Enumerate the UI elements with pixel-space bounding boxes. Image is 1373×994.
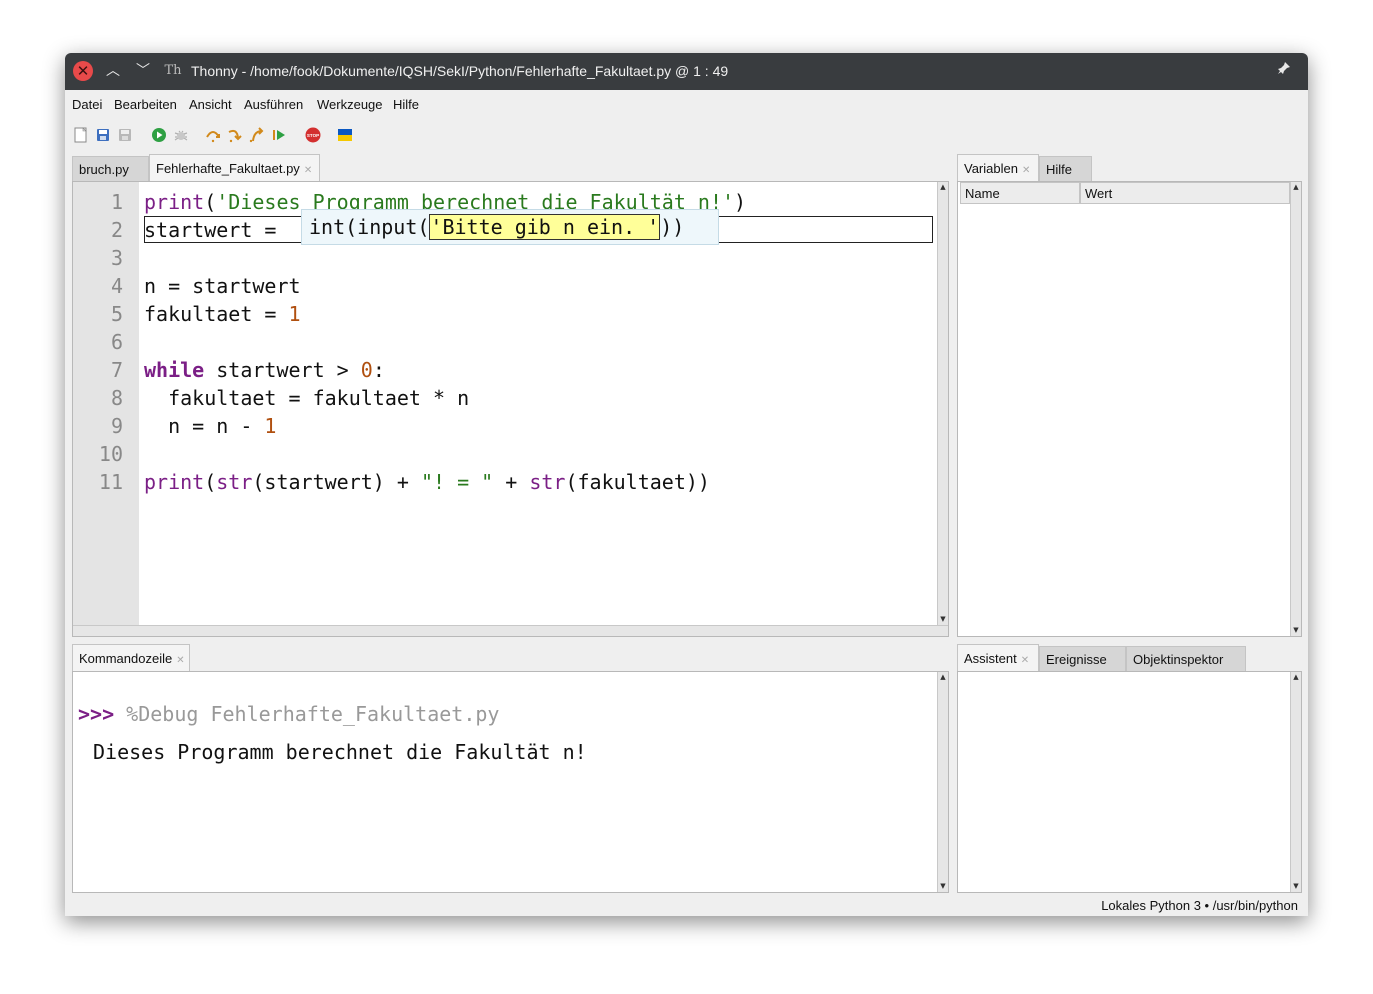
tab-label: bruch.py	[79, 162, 129, 177]
line-number: 6	[110, 330, 123, 354]
variables-scrollbar[interactable]: ▲ ▼	[1290, 182, 1301, 636]
tab-close-icon[interactable]: ✕	[1021, 655, 1029, 666]
tab-close-icon[interactable]: ✕	[176, 655, 184, 666]
tab-close-icon[interactable]: ✕	[1022, 165, 1030, 176]
variables-panel: Name Wert ▲ ▼	[957, 181, 1302, 637]
code-line-2: startwert =	[144, 218, 289, 242]
code-editor[interactable]: 1 2 3 4 5 6 7 8 9 10 11 print('Dieses Pr…	[72, 181, 949, 637]
menu-hilfe[interactable]: Hilfe	[393, 90, 419, 119]
interpreter-status[interactable]: Lokales Python 3 • /usr/bin/python	[1101, 896, 1298, 916]
variables-tabs: Variablen ✕ Hilfe	[957, 154, 1302, 181]
debugger-expression-tooltip: int(input('Bitte gib n ein. '))	[301, 209, 719, 245]
step-into-icon[interactable]	[227, 127, 243, 143]
tab-ereignisse[interactable]: Ereignisse	[1039, 646, 1126, 671]
run-icon[interactable]	[151, 127, 167, 143]
svg-text:STOP: STOP	[307, 133, 319, 138]
tab-bruch-py[interactable]: bruch.py	[72, 156, 149, 181]
tab-label: Assistent	[964, 651, 1017, 666]
code-line-11: print(str(startwert) + "! = " + str(faku…	[144, 470, 710, 494]
line-number: 4	[110, 274, 123, 298]
title-bar: ✕ ︿ ﹀ Th Thonny - /home/fook/Dokumente/I…	[65, 53, 1308, 90]
line-number: 9	[110, 414, 123, 438]
pin-icon[interactable]	[1274, 61, 1294, 81]
tab-label: Objektinspektor	[1133, 652, 1224, 667]
code-line-8: fakultaet = fakultaet * n	[144, 386, 470, 410]
tab-hilfe[interactable]: Hilfe	[1039, 156, 1092, 181]
tab-close-icon[interactable]: ✕	[304, 165, 312, 176]
code-line-5: fakultaet = 1	[144, 302, 301, 326]
menu-bar: Datei Bearbeiten Ansicht Ausführen Werkz…	[65, 90, 1308, 119]
calltip-prefix: int(input(	[309, 215, 430, 239]
toolbar: STOP	[65, 119, 1308, 153]
menu-ausfuehren[interactable]: Ausführen	[244, 90, 303, 119]
assistant-tabs: Assistent ✕ Ereignisse Objektinspektor	[957, 644, 1302, 671]
menu-werkzeuge[interactable]: Werkzeuge	[317, 90, 383, 119]
line-number: 1	[110, 190, 123, 214]
step-out-icon[interactable]	[249, 127, 265, 143]
shell-scrollbar[interactable]: ▲ ▼	[937, 672, 948, 892]
tab-label: Fehlerhafte_Fakultaet.py	[156, 161, 300, 176]
close-window-icon[interactable]: ✕	[73, 61, 93, 81]
column-label: Wert	[1085, 186, 1113, 201]
debug-icon[interactable]	[173, 127, 189, 143]
tab-label: Kommandozeile	[79, 651, 173, 666]
code-line-4: n = startwert	[144, 274, 301, 298]
line-number: 8	[110, 386, 123, 410]
menu-datei[interactable]: Datei	[72, 90, 102, 119]
new-file-icon[interactable]	[73, 127, 89, 143]
calltip-suffix: ))	[660, 215, 685, 239]
editor-tabs: bruch.py Fehlerhafte_Fakultaet.py ✕	[72, 154, 942, 181]
shell-command-line: >>> %Debug Fehlerhafte_Fakultaet.py	[78, 702, 499, 726]
stop-icon[interactable]: STOP	[305, 127, 321, 143]
editor-vertical-scrollbar[interactable]: ▲ ▼	[937, 182, 948, 625]
line-number: 11	[98, 470, 123, 494]
tab-assistent[interactable]: Assistent ✕	[957, 644, 1039, 671]
app-icon: Th	[164, 63, 182, 78]
save-file-icon[interactable]	[117, 127, 133, 143]
minimize-chevron-up-icon[interactable]: ︿	[103, 61, 123, 81]
shell-panel[interactable]: >>> %Debug Fehlerhafte_Fakultaet.py Dies…	[72, 671, 949, 893]
assistant-panel: ▲ ▼	[957, 671, 1302, 893]
line-number-gutter: 1 2 3 4 5 6 7 8 9 10 11	[73, 182, 139, 626]
tab-label: Variablen	[964, 161, 1018, 176]
shell-tabs: Kommandozeile ✕	[72, 644, 949, 671]
tab-fehlerhafte-fakultaet-py[interactable]: Fehlerhafte_Fakultaet.py ✕	[149, 154, 320, 181]
step-over-icon[interactable]	[205, 127, 221, 143]
column-header-wert[interactable]: Wert	[1080, 182, 1290, 204]
menu-ansicht[interactable]: Ansicht	[189, 90, 232, 119]
column-header-name[interactable]: Name	[960, 182, 1080, 204]
assistant-scrollbar[interactable]: ▲ ▼	[1290, 672, 1301, 892]
thonny-window: ✕ ︿ ﹀ Th Thonny - /home/fook/Dokumente/I…	[65, 53, 1308, 916]
code-line-9: n = n - 1	[144, 414, 277, 438]
tab-label: Hilfe	[1046, 162, 1073, 177]
window-title: Thonny - /home/fook/Dokumente/IQSH/SekI/…	[191, 63, 729, 79]
tab-objektinspektor[interactable]: Objektinspektor	[1126, 646, 1246, 671]
line-number: 5	[110, 302, 123, 326]
shell-command: %Debug Fehlerhafte_Fakultaet.py	[126, 702, 500, 726]
tab-label: Ereignisse	[1046, 652, 1107, 667]
column-label: Name	[965, 186, 1000, 201]
maximize-chevron-down-icon[interactable]: ﹀	[133, 61, 153, 81]
editor-horizontal-scrollbar[interactable]	[73, 625, 948, 636]
code-line-7: while startwert > 0:	[144, 358, 385, 382]
line-number: 3	[110, 246, 123, 270]
shell-prompt: >>>	[78, 702, 115, 726]
resume-icon[interactable]	[271, 127, 287, 143]
menu-bearbeiten[interactable]: Bearbeiten	[114, 90, 177, 119]
line-number: 7	[110, 358, 123, 382]
shell-output: Dieses Programm berechnet die Fakultät n…	[93, 740, 587, 764]
open-file-icon[interactable]	[95, 127, 111, 143]
calltip-highlight: 'Bitte gib n ein. '	[429, 214, 661, 240]
line-number: 2	[110, 218, 123, 242]
tab-variablen[interactable]: Variablen ✕	[957, 154, 1039, 181]
ukraine-flag-icon[interactable]	[337, 127, 353, 143]
line-number: 10	[98, 442, 123, 466]
tab-kommandozeile[interactable]: Kommandozeile ✕	[72, 644, 190, 671]
